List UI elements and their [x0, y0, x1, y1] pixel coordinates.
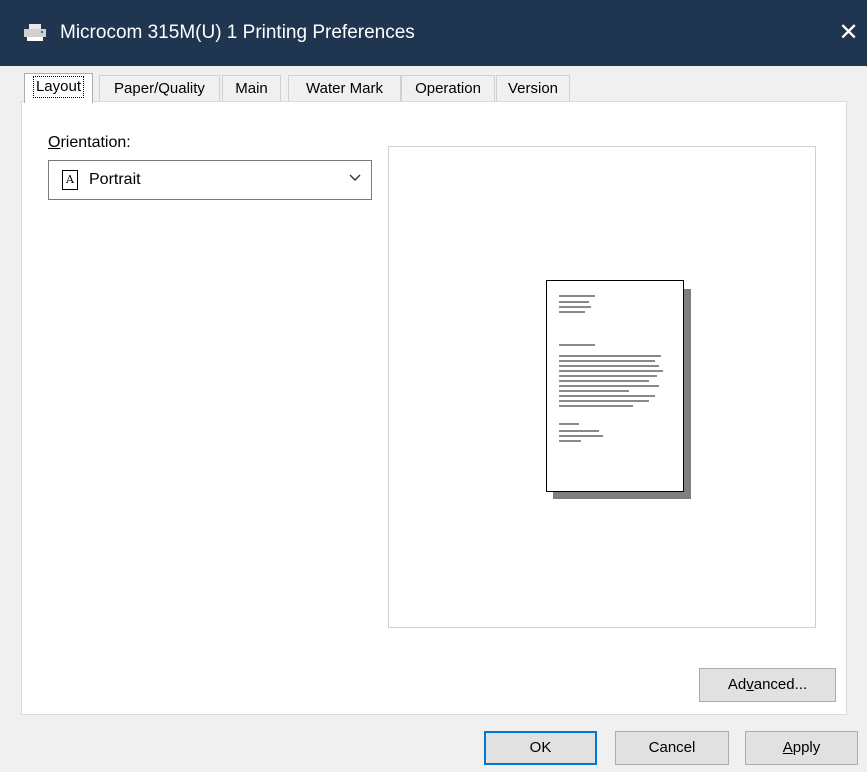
portrait-document-icon: A: [62, 170, 78, 190]
tab-version[interactable]: Version: [496, 75, 570, 102]
layout-tab-panel: Orientation: A Portrait Advanced...: [21, 101, 847, 715]
cancel-button[interactable]: Cancel: [615, 731, 729, 765]
tab-label: Version: [507, 80, 559, 97]
orientation-value: Portrait: [89, 171, 141, 188]
orientation-label-text: rientation:: [60, 134, 131, 151]
dialog-body: Layout Paper/Quality Main Water Mark Ope…: [0, 66, 867, 772]
tab-label: Operation: [415, 80, 481, 97]
tab-main[interactable]: Main: [222, 75, 281, 102]
printer-icon: [24, 24, 46, 41]
orientation-mnemonic: O: [48, 134, 61, 151]
cancel-label: Cancel: [648, 739, 696, 756]
tab-label: Water Mark: [306, 80, 383, 97]
chevron-down-icon: [349, 174, 361, 181]
tab-layout[interactable]: Layout: [24, 73, 93, 103]
apply-button[interactable]: Apply: [745, 731, 858, 765]
apply-mnemonic: A: [782, 739, 793, 756]
title-bar: Microcom 315M(U) 1 Printing Preferences …: [0, 0, 867, 66]
preview-page: [546, 280, 684, 492]
tab-label: Paper/Quality: [114, 80, 205, 97]
tab-water-mark[interactable]: Water Mark: [288, 75, 401, 102]
close-button[interactable]: ✕: [830, 16, 867, 50]
advanced-label-pre: Ad: [727, 676, 747, 693]
advanced-mnemonic: v: [746, 676, 754, 693]
apply-label: pply: [792, 739, 821, 756]
tab-paper-quality[interactable]: Paper/Quality: [99, 75, 220, 102]
tab-label: Main: [235, 80, 268, 97]
close-icon: ✕: [838, 19, 859, 46]
page-preview: [388, 146, 816, 628]
orientation-label: Orientation:: [48, 134, 131, 152]
ok-label: OK: [529, 739, 552, 756]
advanced-button[interactable]: Advanced...: [699, 668, 836, 702]
window-title: Microcom 315M(U) 1 Printing Preferences: [60, 22, 415, 43]
tab-operation[interactable]: Operation: [401, 75, 495, 102]
ok-button[interactable]: OK: [484, 731, 597, 765]
advanced-label-post: anced...: [753, 676, 808, 693]
tab-label: Layout: [32, 76, 85, 98]
orientation-dropdown[interactable]: A Portrait: [48, 160, 372, 200]
